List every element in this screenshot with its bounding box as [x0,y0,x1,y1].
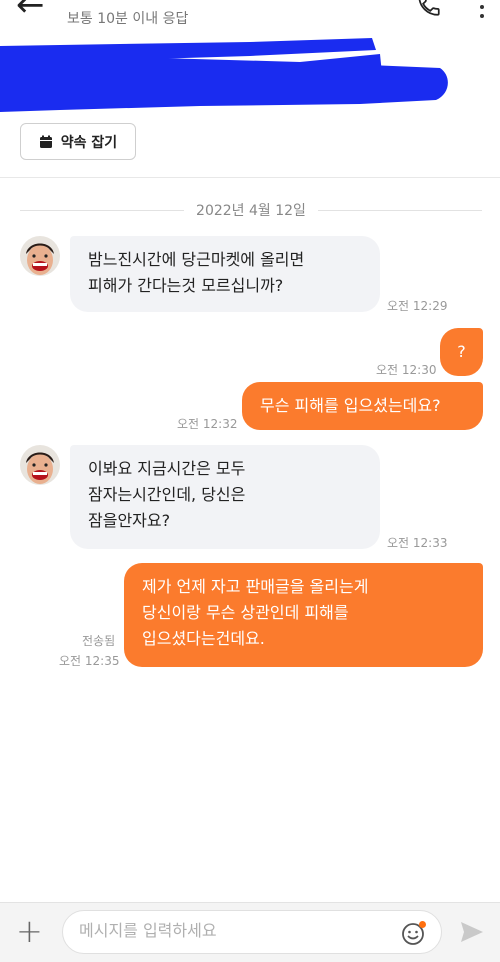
incoming-message-bubble: 이봐요 지금시간은 모두 잠자는시간인데, 당신은 잠을안자요? [70,445,380,549]
message-line: 잠자는시간인데, 당신은 [88,485,246,504]
plus-icon[interactable]: + [16,915,43,947]
schedule-appointment-label: 약속 잡기 [60,134,118,151]
partner-name-cropped [66,0,222,4]
message-input[interactable] [79,921,379,940]
message-line: 당신이랑 무슨 상관인데 피해를 [142,603,349,622]
partner-avatar[interactable] [20,445,60,485]
message-line: 밤느진시간에 당근마켓에 올리면 [88,250,305,269]
message-composer: + [0,902,500,962]
message-line: 제가 언제 자고 판매글을 올리는게 [142,577,369,596]
sent-status: 전송됨 [82,634,116,648]
outgoing-message-bubble: 무슨 피해를 입으셨는데요? [242,382,483,430]
back-arrow-icon[interactable]: ← [16,0,45,22]
message-timestamp: 오전 12:35 [59,654,120,668]
message-line: 이봐요 지금시간은 모두 [88,459,246,478]
emoji-icon[interactable] [401,920,427,946]
header-divider [0,177,500,178]
schedule-appointment-button[interactable]: 약속 잡기 [20,123,136,160]
message-timestamp: 오전 12:33 [387,536,448,550]
message-timestamp: 오전 12:32 [177,417,238,431]
outgoing-message-bubble: ? [440,328,483,376]
message-line: 잠을안자요? [88,511,171,530]
message-line: 입으셨다는건데요. [142,629,265,648]
message-line: 무슨 피해를 입으셨는데요? [260,396,441,415]
message-timestamp: 오전 12:29 [387,299,448,313]
calendar-icon [39,135,52,148]
redaction-scribble [0,38,448,112]
message-line: ? [457,342,466,361]
incoming-message-bubble: 밤느진시간에 당근마켓에 올리면 피해가 간다는것 모르십니까? [70,236,380,312]
partner-avatar[interactable] [20,236,60,276]
outgoing-message-bubble: 제가 언제 자고 판매글을 올리는게 당신이랑 무슨 상관인데 피해를 입으셨다… [124,563,483,667]
message-input-container[interactable] [62,910,442,954]
phone-icon[interactable] [416,0,442,18]
date-separator-text: 2022년 4월 12일 [196,203,306,219]
send-icon[interactable] [459,919,485,945]
message-line: 피해가 간다는것 모르십니까? [88,276,284,295]
more-menu-icon[interactable] [479,0,485,18]
message-timestamp: 오전 12:30 [376,363,437,377]
date-separator: 2022년 4월 12일 [20,200,482,220]
